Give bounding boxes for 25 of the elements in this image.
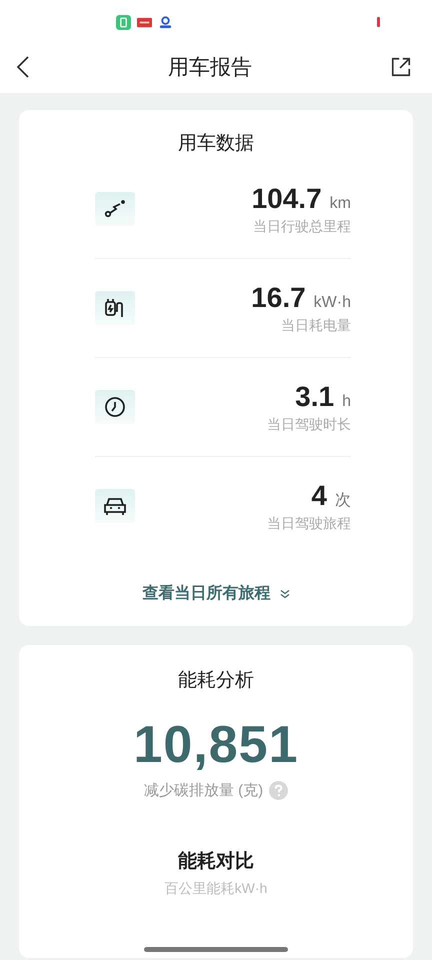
comparison-title: 能耗对比	[178, 850, 254, 874]
stat-value: 4	[311, 480, 327, 512]
card-title: 能耗分析	[178, 669, 254, 693]
stat-label: 当日驾驶旅程	[267, 514, 351, 532]
clock-icon	[103, 395, 127, 419]
app-notification-icon	[116, 14, 131, 30]
card-title: 用车数据	[177, 132, 255, 156]
stat-value: 3.1	[295, 380, 334, 412]
stat-unit: 次	[335, 490, 351, 510]
chevron-down-icon	[280, 588, 290, 598]
comparison-subtitle: 百公里能耗kW·h	[164, 880, 268, 898]
stat-label: 当日行驶总里程	[253, 218, 351, 236]
stat-value: 16.7	[251, 282, 306, 314]
location-notification-icon	[158, 14, 173, 30]
view-all-trips-link[interactable]: 查看当日所有旅程	[142, 583, 290, 604]
carbon-reduction-value: 10,851	[133, 715, 299, 775]
carbon-reduction-label: 减少碳排放量 (克)	[144, 781, 264, 800]
page-title: 用车报告	[168, 55, 252, 81]
stat-label: 当日驾驶时长	[267, 416, 351, 434]
stat-unit: kW·h	[314, 294, 351, 312]
stat-unit: h	[342, 392, 351, 410]
stat-unit: km	[330, 194, 351, 212]
stat-label: 当日耗电量	[281, 316, 351, 334]
battery-low-icon	[377, 17, 380, 27]
stat-value: 104.7	[252, 182, 322, 214]
